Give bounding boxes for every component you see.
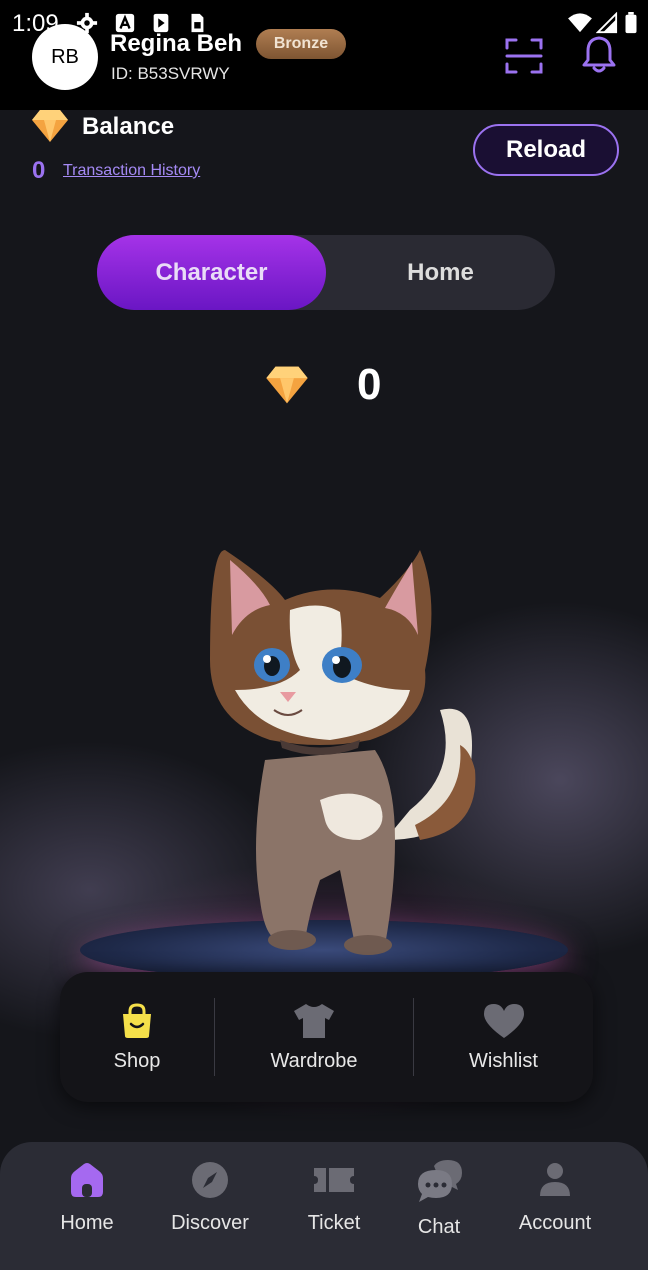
gem-count-icon xyxy=(266,366,308,404)
shopping-bag-icon xyxy=(123,1002,151,1038)
chat-icon xyxy=(418,1160,462,1202)
nav-home[interactable]: Home xyxy=(32,1160,142,1260)
nav-discover[interactable]: Discover xyxy=(155,1160,265,1260)
user-id: ID: B53SVRWY xyxy=(111,64,230,83)
nav-account-label: Account xyxy=(518,1212,592,1234)
user-name: Regina Beh xyxy=(110,30,243,57)
heart-icon xyxy=(483,1003,524,1038)
ticket-icon xyxy=(314,1168,354,1192)
shop-label: Shop xyxy=(113,1049,161,1072)
compass-icon xyxy=(192,1162,228,1198)
nav-chat-label: Chat xyxy=(417,1216,461,1238)
nav-discover-label: Discover xyxy=(171,1212,249,1234)
transaction-history-link[interactable]: Transaction History xyxy=(63,162,200,180)
gem-count: 0 xyxy=(357,360,382,409)
nav-chat[interactable]: Chat xyxy=(384,1160,494,1260)
wishlist-button[interactable]: Wishlist xyxy=(414,972,593,1102)
wardrobe-button[interactable]: Wardrobe xyxy=(215,972,413,1102)
cat-character[interactable] xyxy=(170,540,510,960)
balance-label: Balance xyxy=(82,113,175,140)
reload-button[interactable]: Reload xyxy=(473,124,619,176)
shirt-icon xyxy=(294,1003,334,1038)
nav-ticket-label: Ticket xyxy=(307,1212,361,1234)
nav-home-label: Home xyxy=(60,1212,114,1234)
home-icon xyxy=(71,1163,103,1197)
avatar-initials: RB xyxy=(51,45,79,68)
nav-ticket[interactable]: Ticket xyxy=(279,1160,389,1260)
account-icon xyxy=(540,1163,570,1196)
nav-account[interactable]: Account xyxy=(500,1160,610,1260)
balance-amount: 0 xyxy=(32,157,46,184)
tier-badge: Bronze xyxy=(256,29,346,59)
avatar[interactable]: RB xyxy=(32,24,98,90)
scan-icon[interactable] xyxy=(504,36,544,76)
wardrobe-label: Wardrobe xyxy=(270,1049,358,1072)
tab-character[interactable]: Character xyxy=(97,235,326,310)
wishlist-label: Wishlist xyxy=(469,1049,538,1072)
battery-icon xyxy=(625,12,637,34)
notification-bell-icon[interactable] xyxy=(580,34,618,74)
shop-button[interactable]: Shop xyxy=(60,972,214,1102)
diamond-icon xyxy=(32,110,68,142)
wifi-icon xyxy=(568,13,592,33)
cellular-signal-icon xyxy=(596,12,618,34)
tab-home[interactable]: Home xyxy=(326,235,555,310)
